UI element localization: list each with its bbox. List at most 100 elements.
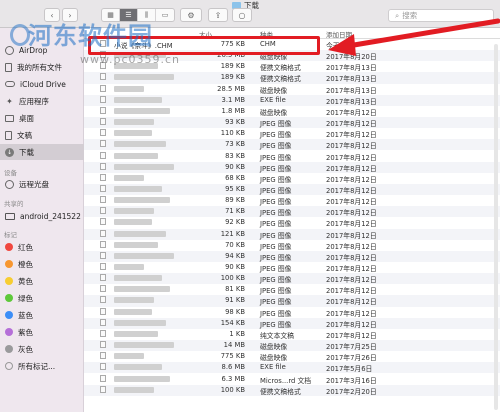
file-date-added: 2017年8月12日: [326, 253, 377, 262]
sidebar-item-desktop[interactable]: 桌面: [0, 110, 84, 126]
finder-window: 下载 ‹ › ▦ ☰ ⫼ ▭ ⚙ ⇪ ○ ⌕ 搜索 AirDrop 我的所有文件…: [0, 0, 500, 412]
sidebar-item-tag-gray[interactable]: 灰色: [0, 341, 84, 357]
sidebar-item-all-files[interactable]: 我的所有文件: [0, 59, 84, 75]
sidebar: AirDrop 我的所有文件 iCloud Drive ✦ 应用程序 桌面 文稿…: [0, 28, 84, 412]
file-row[interactable]: 73 KB JPEG 图像 2017年8月12日: [84, 139, 500, 151]
file-kind: 便携文稿格式: [260, 75, 301, 84]
file-row[interactable]: 189 KB 便携文稿格式 2017年8月13日: [84, 72, 500, 84]
file-size: 90 KB: [225, 162, 245, 171]
sidebar-item-label: 橙色: [18, 259, 33, 269]
file-size: 100 KB: [220, 385, 245, 394]
gallery-view-icon[interactable]: ▭: [156, 9, 174, 21]
file-kind: JPEG 图像: [260, 131, 292, 140]
file-row[interactable]: 28.5 MB 磁盘映像 2017年8月13日: [84, 84, 500, 95]
file-row[interactable]: 92 KB JPEG 图像 2017年8月12日: [84, 217, 500, 228]
tags-button[interactable]: ○: [232, 8, 252, 22]
file-row[interactable]: 94 KB JPEG 图像 2017年8月12日: [84, 250, 500, 262]
action-button[interactable]: ⚙: [180, 8, 202, 22]
sidebar-item-label: android_241522: [20, 211, 81, 221]
obscured-name-block: [114, 353, 144, 360]
file-row[interactable]: 70 KB JPEG 图像 2017年8月12日: [84, 240, 500, 251]
sidebar-item-icloud-drive[interactable]: iCloud Drive: [0, 76, 84, 92]
file-kind: 便携文稿格式: [260, 387, 301, 396]
obscured-name-block: [114, 364, 162, 371]
obscured-name-block: [114, 141, 166, 148]
file-row[interactable]: 81 KB JPEG 图像 2017年8月12日: [84, 284, 500, 295]
file-size: 68 KB: [225, 173, 245, 182]
sidebar-item-tag-blue[interactable]: 蓝色: [0, 307, 84, 323]
watermark-logo-text: 河东软件园: [28, 21, 153, 50]
obscured-name-block: [114, 174, 144, 181]
scrollbar[interactable]: [494, 44, 498, 410]
file-size: 8.6 MB: [221, 363, 246, 372]
file-row[interactable]: 121 KB JPEG 图像 2017年8月12日: [84, 228, 500, 240]
file-row[interactable]: 14 MB 磁盘映像 2017年7月25日: [84, 340, 500, 352]
file-row[interactable]: 775 KB 磁盘映像 2017年7月26日: [84, 351, 500, 362]
file-row[interactable]: 100 KB 便携文稿格式 2017年2月20日: [84, 384, 500, 396]
sidebar-item-downloads[interactable]: ↓ 下载: [0, 144, 84, 160]
sidebar-item-applications[interactable]: ✦ 应用程序: [0, 93, 84, 109]
file-row[interactable]: 95 KB JPEG 图像 2017年8月12日: [84, 183, 500, 196]
file-icon: [100, 352, 106, 360]
file-row[interactable]: 90 KB JPEG 图像 2017年8月12日: [84, 161, 500, 173]
sidebar-item-tag-purple[interactable]: 紫色: [0, 324, 84, 340]
obscured-name-block: [114, 275, 162, 282]
file-row[interactable]: 154 KB JPEG 图像 2017年8月12日: [84, 317, 500, 329]
sidebar-item-label: 应用程序: [19, 96, 49, 106]
sidebar-item-tag-red[interactable]: 红色: [0, 239, 84, 255]
file-icon: [100, 341, 106, 349]
file-row[interactable]: 89 KB JPEG 图像 2017年8月12日: [84, 195, 500, 206]
file-icon: [100, 363, 106, 371]
file-row[interactable]: 68 KB JPEG 图像 2017年8月12日: [84, 173, 500, 184]
file-size: 92 KB: [225, 218, 245, 227]
file-row[interactable]: 91 KB JPEG 图像 2017年8月12日: [84, 295, 500, 307]
obscured-name-block: [114, 241, 158, 248]
obscured-name-block: [114, 219, 152, 226]
share-button[interactable]: ⇪: [208, 8, 228, 22]
file-icon: [100, 285, 106, 293]
file-icon: [100, 385, 106, 393]
file-row[interactable]: 93 KB JPEG 图像 2017年8月12日: [84, 117, 500, 129]
file-size: 110 KB: [220, 129, 245, 138]
sidebar-item-label: 红色: [18, 242, 33, 252]
file-date-added: 2017年8月12日: [326, 320, 377, 329]
tag-dot-icon: [5, 277, 13, 285]
file-row[interactable]: 1.8 MB 磁盘映像 2017年8月12日: [84, 106, 500, 117]
file-row[interactable]: 100 KB JPEG 图像 2017年8月12日: [84, 273, 500, 285]
file-size: 775 KB: [220, 352, 245, 361]
file-kind: JPEG 图像: [260, 265, 292, 273]
sidebar-item-label: 灰色: [18, 344, 33, 354]
sidebar-item-tag-green[interactable]: 绿色: [0, 290, 84, 306]
file-row[interactable]: 98 KB JPEG 图像 2017年8月12日: [84, 307, 500, 318]
file-row[interactable]: 8.6 MB EXE file 2017年5月6日: [84, 362, 500, 374]
file-size: 98 KB: [225, 307, 245, 316]
sidebar-item-tag-yellow[interactable]: 黄色: [0, 273, 84, 289]
file-icon: [100, 251, 106, 259]
file-row[interactable]: 110 KB JPEG 图像 2017年8月12日: [84, 128, 500, 139]
file-size: 89 KB: [225, 196, 245, 205]
file-row[interactable]: 90 KB JPEG 图像 2017年8月12日: [84, 262, 500, 273]
file-row[interactable]: 3.1 MB EXE file 2017年8月13日: [84, 94, 500, 106]
file-date-added: 2017年8月12日: [326, 153, 377, 162]
file-row[interactable]: 83 KB JPEG 图像 2017年8月12日: [84, 151, 500, 162]
file-date-added: 2017年8月12日: [326, 220, 377, 229]
file-size: 3.1 MB: [221, 95, 246, 104]
file-row[interactable]: 6.3 MB Micros...rd 文档 2017年3月16日: [84, 374, 500, 385]
file-row[interactable]: 1 KB 纯文本文稿 2017年8月12日: [84, 329, 500, 340]
file-date-added: 2017年8月12日: [326, 287, 377, 296]
sidebar-item-all-tags[interactable]: 所有标记...: [0, 358, 84, 374]
sidebar-item-documents[interactable]: 文稿: [0, 127, 84, 143]
file-size: 71 KB: [225, 207, 245, 216]
file-size: 1.8 MB: [221, 106, 246, 115]
file-kind: JPEG 图像: [260, 242, 292, 251]
file-size: 83 KB: [225, 151, 245, 160]
file-kind: JPEG 图像: [260, 220, 292, 229]
desktop-icon: [5, 114, 14, 122]
file-row[interactable]: 71 KB JPEG 图像 2017年8月12日: [84, 206, 500, 218]
sidebar-item-tag-orange[interactable]: 橙色: [0, 256, 84, 272]
file-icon: [100, 263, 106, 270]
sidebar-item-android-241522[interactable]: android_241522: [0, 208, 84, 224]
obscured-name-block: [114, 286, 170, 293]
file-size: 70 KB: [225, 240, 245, 249]
sidebar-item-remote-disc[interactable]: 远程光盘: [0, 176, 84, 192]
